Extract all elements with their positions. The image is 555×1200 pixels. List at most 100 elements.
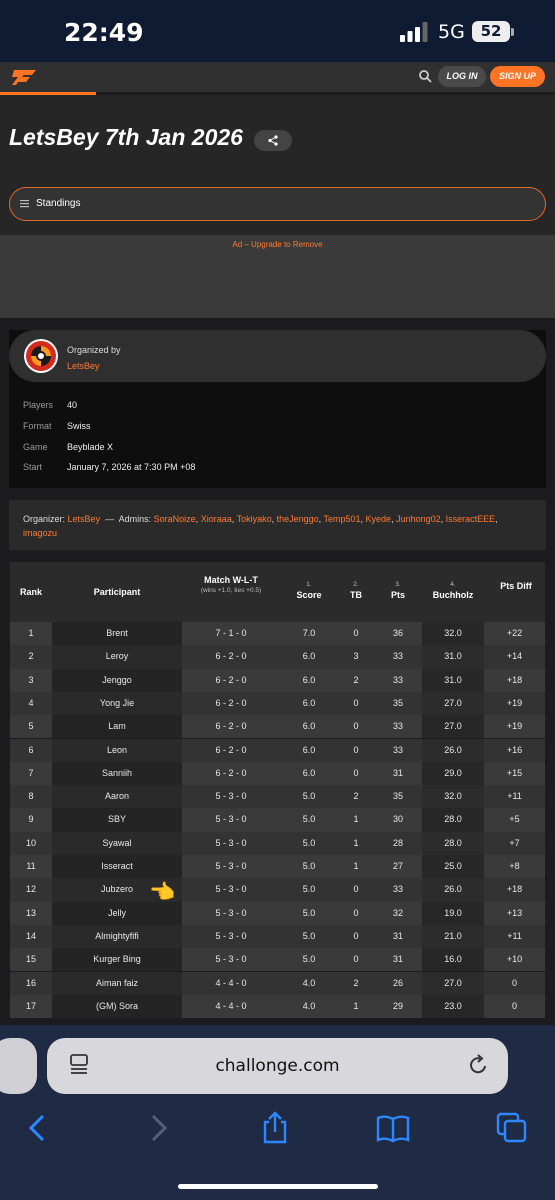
participant-cell[interactable]: Yong Jie — [52, 691, 182, 716]
format-label: Format — [23, 421, 52, 431]
tiebreak-cell: 2 — [353, 977, 359, 988]
tabs-icon[interactable] — [494, 1110, 530, 1146]
buchholz-cell: 28.0 — [422, 831, 484, 855]
admin-link[interactable]: IsseractEEE — [446, 514, 496, 524]
reload-icon[interactable] — [468, 1053, 490, 1077]
header-buchholz[interactable]: 4. Buchholz — [422, 580, 484, 601]
forward-icon[interactable] — [140, 1110, 176, 1146]
header-participant[interactable]: Participant — [52, 586, 182, 598]
admin-link[interactable]: Tokiyako — [237, 514, 272, 524]
score-cell: 5.0 — [302, 861, 316, 871]
previous-tab-peek[interactable] — [0, 1038, 37, 1094]
participant-cell[interactable]: SBY — [52, 808, 182, 832]
match-record-cell: 6 - 2 - 0 — [215, 744, 247, 755]
url-text[interactable]: challonge.com — [47, 1056, 508, 1076]
rank-cell: 12 — [25, 884, 36, 895]
header-score-label: Score — [296, 590, 322, 600]
share-icon — [268, 135, 278, 146]
participant-cell[interactable]: Leroy — [52, 645, 182, 669]
section-selector[interactable] — [9, 187, 546, 221]
share-sheet-icon[interactable] — [257, 1110, 293, 1146]
table-row: 9 SBY 5 - 3 - 0 5.0 1 30 28.0 +5 — [10, 808, 545, 832]
organizer-credit-link[interactable]: LetsBey — [68, 514, 101, 524]
points-diff-cell: +11 — [507, 791, 522, 802]
header-match[interactable]: Match W-L-T (wins +1.0, ties +0.5) — [182, 574, 280, 595]
participant-cell[interactable]: Almightyfifi — [52, 924, 182, 949]
buchholz-cell: 27.0 — [422, 715, 484, 739]
participant-cell[interactable]: Lam — [52, 715, 182, 739]
header-tb-num: 2. — [353, 581, 359, 588]
ad-upgrade-link[interactable]: Ad – Upgrade to Remove — [0, 240, 555, 249]
participant-cell[interactable]: Aiman faiz — [52, 971, 182, 995]
points-diff-cell: 0 — [511, 977, 517, 988]
menu-icon — [20, 200, 29, 208]
search-icon[interactable] — [418, 69, 432, 83]
participant-cell[interactable]: Syawal — [52, 831, 182, 855]
participant-cell[interactable]: Brent — [52, 622, 182, 646]
admin-link[interactable]: Xioraaa — [201, 514, 232, 524]
points-cell: 28 — [392, 837, 403, 848]
participant-cell[interactable]: Kurger Bing — [52, 948, 182, 972]
network-label: 5G — [438, 21, 465, 43]
table-row: 15 Kurger Bing 5 - 3 - 0 5.0 0 31 16.0 +10 — [10, 948, 545, 972]
participant-cell[interactable]: (GM) Sora — [52, 994, 182, 1019]
score-cell: 7.0 — [302, 628, 316, 638]
share-button[interactable] — [254, 130, 292, 151]
participant-cell[interactable]: Jelly — [52, 901, 182, 925]
header-rank[interactable]: Rank — [10, 586, 52, 598]
back-icon[interactable] — [20, 1110, 56, 1146]
score-cell: 5.0 — [302, 837, 316, 848]
rank-cell: 8 — [28, 791, 34, 802]
header-score[interactable]: 1. Score — [280, 580, 338, 601]
points-diff-cell: +8 — [509, 861, 520, 871]
home-indicator[interactable] — [178, 1184, 378, 1189]
admins-label: Admins: — [118, 514, 152, 524]
signup-button[interactable]: SIGN UP — [490, 66, 545, 87]
points-cell: 33 — [392, 674, 403, 685]
rank-cell: 3 — [28, 674, 34, 685]
table-row: 13 Jelly 5 - 3 - 0 5.0 0 32 19.0 +13 — [10, 901, 545, 925]
admin-link[interactable]: imagozu — [23, 528, 57, 538]
bookmarks-icon[interactable] — [375, 1110, 411, 1146]
tiebreak-cell: 0 — [353, 697, 359, 708]
standings-table: Rank Participant Match W-L-T (wins +1.0,… — [10, 562, 545, 1032]
table-row: 12 Jubzero 5 - 3 - 0 5.0 0 33 26.0 +18 — [10, 878, 545, 902]
tiebreak-cell: 0 — [353, 628, 359, 638]
admin-link[interactable]: theJenggo — [277, 514, 319, 524]
participant-cell[interactable]: Aaron — [52, 785, 182, 809]
tiebreak-cell: 0 — [353, 954, 359, 965]
score-cell: 6.0 — [302, 767, 316, 778]
rank-cell: 13 — [25, 907, 36, 918]
page-title: LetsBey 7th Jan 2026 — [9, 124, 243, 150]
score-cell: 5.0 — [302, 907, 316, 918]
buchholz-cell: 27.0 — [422, 691, 484, 716]
participant-cell[interactable]: Sanniih — [52, 761, 182, 786]
organizer-link[interactable]: LetsBey — [67, 361, 100, 371]
admin-separator: , — [495, 514, 498, 524]
organizer-avatar[interactable] — [24, 339, 58, 373]
rank-cell: 10 — [25, 837, 36, 848]
admin-link[interactable]: Kyede — [366, 514, 392, 524]
participant-cell[interactable]: Isseract — [52, 855, 182, 879]
participant-cell[interactable]: Leon — [52, 738, 182, 762]
participant-cell[interactable]: Jenggo — [52, 668, 182, 692]
admin-link[interactable]: Temp501 — [323, 514, 360, 524]
admin-link[interactable]: Junhong02 — [396, 514, 441, 524]
match-record-cell: 5 - 3 - 0 — [215, 791, 247, 802]
challonge-logo-icon[interactable] — [10, 67, 40, 87]
header-match-title: Match W-L-T — [204, 575, 258, 585]
admin-link[interactable]: SoraNoize — [154, 514, 196, 524]
score-cell: 4.0 — [302, 1000, 316, 1011]
login-button[interactable]: LOG IN — [438, 66, 486, 87]
header-pts[interactable]: 3. Pts — [374, 580, 422, 601]
points-diff-cell: +5 — [509, 814, 520, 825]
points-cell: 33 — [392, 721, 403, 732]
points-cell: 31 — [392, 767, 403, 778]
header-tb[interactable]: 2. TB — [338, 580, 374, 601]
header-pts-diff[interactable]: Pts Diff — [498, 580, 534, 592]
match-record-cell: 5 - 3 - 0 — [215, 954, 247, 965]
points-diff-cell: +19 — [506, 697, 523, 708]
buchholz-cell: 19.0 — [422, 901, 484, 925]
format-value: Swiss — [67, 421, 91, 431]
points-cell: 33 — [392, 651, 403, 662]
